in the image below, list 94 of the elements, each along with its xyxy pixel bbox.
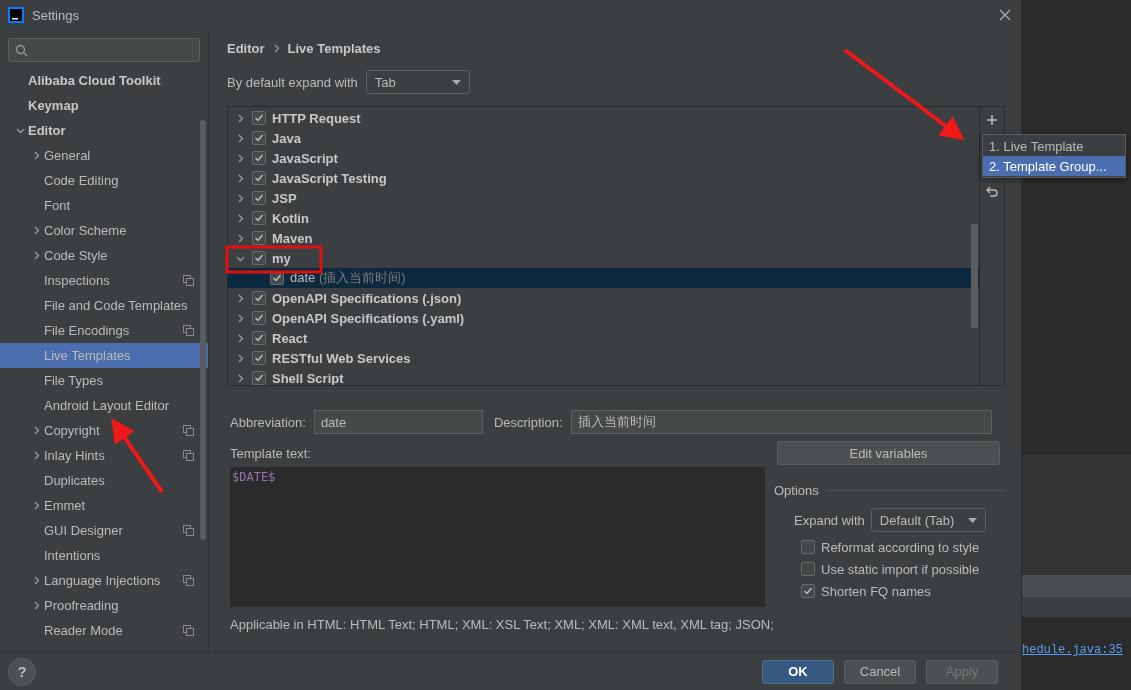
tree-row[interactable]: HTTP Request [228, 108, 979, 128]
checkbox-label[interactable]: Reformat according to style [821, 539, 980, 555]
section-title: Options [774, 483, 819, 498]
sidebar-item[interactable]: Emmet [0, 493, 208, 518]
sidebar-item[interactable]: Inlay Hints [0, 443, 208, 468]
sidebar-item[interactable]: Code Editing [0, 168, 208, 193]
tree-row[interactable]: JSP [228, 188, 979, 208]
dialog-button[interactable]: OK [762, 659, 834, 684]
checkbox-label[interactable]: Shorten FQ names [821, 583, 931, 599]
checkbox[interactable] [252, 291, 266, 305]
help-button[interactable]: ? [8, 657, 36, 686]
checkbox[interactable] [252, 351, 266, 365]
chevron-down-icon[interactable] [15, 126, 25, 135]
field-label: Description: [493, 414, 563, 430]
window-title: Settings [32, 7, 80, 23]
breadcrumb-item: Live Templates [287, 40, 381, 56]
scrollbar[interactable] [200, 120, 206, 540]
copy-icon [183, 525, 194, 536]
tree-row[interactable]: OpenAPI Specifications (.yaml) [228, 308, 979, 328]
checkbox[interactable] [252, 191, 266, 205]
sidebar-item[interactable]: General [0, 143, 208, 168]
tree-row[interactable]: Shell Script [228, 368, 979, 385]
sidebar-item[interactable]: Copyright [0, 418, 208, 443]
sidebar-item[interactable]: Inspections [0, 268, 208, 293]
sidebar-item[interactable]: Editor [0, 118, 208, 143]
checkbox[interactable] [252, 171, 266, 185]
sidebar-item[interactable]: Proofreading [0, 593, 208, 618]
abbreviation-field[interactable]: date [313, 410, 483, 434]
sidebar-item[interactable]: Android Layout Editor [0, 393, 208, 418]
checkbox[interactable] [252, 151, 266, 165]
checkbox[interactable] [252, 371, 266, 385]
sidebar-item[interactable]: Intentions [0, 543, 208, 568]
scrollbar[interactable] [971, 224, 978, 328]
sidebar-item[interactable]: GUI Designer [0, 518, 208, 543]
copy-icon [183, 425, 194, 436]
sidebar-item[interactable]: Alibaba Cloud Toolkit [0, 68, 208, 93]
copy-icon [183, 450, 194, 461]
copy-icon [183, 325, 194, 336]
template-text-editor[interactable]: $DATE$ [230, 467, 765, 607]
applicable-contexts-text: Applicable in HTML: HTML Text; HTML; XML: XSL Text; XML; XML: XML text, XML tag; JSON; [229, 617, 775, 632]
stack-trace-link[interactable]: hedule.java:35 [1022, 643, 1123, 657]
sidebar-item[interactable]: Language Injections [0, 568, 208, 593]
checkbox[interactable] [252, 231, 266, 245]
sidebar-item[interactable]: File Encodings [0, 318, 208, 343]
tree-row[interactable]: Maven [228, 228, 979, 248]
close-icon[interactable] [999, 9, 1011, 21]
sidebar-item[interactable]: Font [0, 193, 208, 218]
tree-row[interactable]: JavaScript [228, 148, 979, 168]
tree-row[interactable]: Kotlin [228, 208, 979, 228]
checkbox[interactable] [252, 331, 266, 345]
checkbox[interactable] [252, 251, 266, 265]
menu-item[interactable]: 2. Template Group... [983, 156, 1125, 176]
field-label: By default expand with [227, 74, 358, 90]
checkbox[interactable] [252, 211, 266, 225]
checkbox[interactable] [252, 131, 266, 145]
copy-icon [183, 275, 194, 286]
caret-icon [967, 517, 977, 523]
tree-row[interactable]: my [228, 248, 979, 268]
checkbox[interactable] [252, 311, 266, 325]
checkbox[interactable] [801, 584, 815, 598]
tree-row[interactable]: OpenAPI Specifications (.json) [228, 288, 979, 308]
tree-row[interactable]: date (插入当前时间) [228, 268, 979, 288]
copy-icon [183, 625, 194, 636]
field-label: Expand with [794, 512, 865, 528]
sidebar-item[interactable]: Reader Mode [0, 618, 208, 643]
caret-icon [451, 79, 461, 85]
search-field[interactable] [8, 38, 200, 62]
field-label: Template text: [230, 446, 312, 461]
checkbox[interactable] [252, 111, 266, 125]
tree-row[interactable]: Java [228, 128, 979, 148]
dialog-button[interactable]: Cancel [844, 659, 916, 684]
sidebar-item[interactable]: File Types [0, 368, 208, 393]
search-icon [15, 43, 28, 57]
checkbox[interactable] [801, 562, 815, 576]
expand-dropdown[interactable]: Tab [365, 70, 470, 94]
checkbox[interactable] [801, 540, 815, 554]
chevron-right-icon [272, 43, 280, 53]
edit-variables-button[interactable]: Edit variables [777, 441, 1000, 465]
sidebar-item[interactable]: Color Scheme [0, 218, 208, 243]
tree-row[interactable]: JavaScript Testing [228, 168, 979, 188]
sidebar-item[interactable]: Keymap [0, 93, 208, 118]
copy-icon [183, 575, 194, 586]
app-logo-icon [8, 7, 24, 23]
tree-row[interactable]: RESTful Web Services [228, 348, 979, 368]
sidebar-item[interactable]: File and Code Templates [0, 293, 208, 318]
breadcrumb-item[interactable]: Editor [227, 40, 265, 56]
menu-item[interactable]: 1. Live Template [983, 136, 1125, 156]
description-field[interactable]: 插入当前时间 [570, 410, 992, 434]
checkbox-label[interactable]: Use static import if possible [821, 561, 980, 577]
tree-row[interactable]: React [228, 328, 979, 348]
sidebar-item[interactable]: Duplicates [0, 468, 208, 493]
expand-with-dropdown[interactable]: Default (Tab) [870, 508, 986, 532]
sidebar-item[interactable]: Code Style [0, 243, 208, 268]
field-label: Abbreviation: [230, 414, 306, 430]
